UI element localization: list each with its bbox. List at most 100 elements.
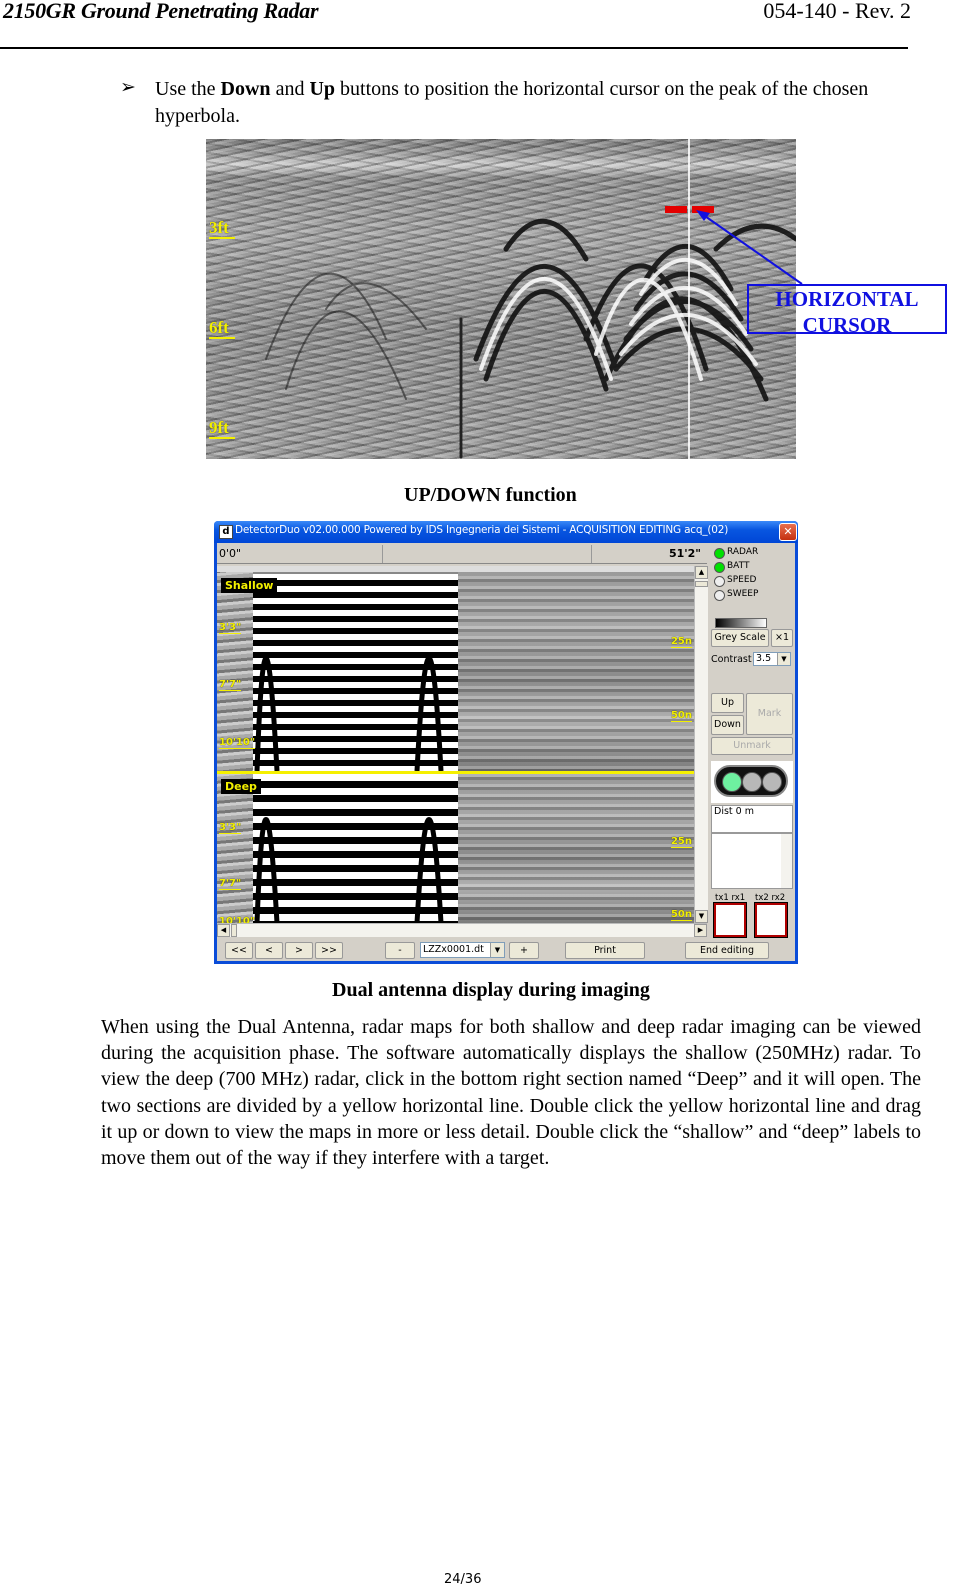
status-label: RADAR xyxy=(727,547,759,557)
close-button[interactable]: ✕ xyxy=(779,523,797,541)
page-number: 24/36 xyxy=(444,1572,482,1587)
distance-readout: Dist 0 m xyxy=(711,805,793,833)
chevron-down-icon[interactable]: ▼ xyxy=(490,943,504,957)
scroll-left-icon[interactable]: ◀ xyxy=(217,924,230,937)
list-scrollbar[interactable] xyxy=(781,834,792,888)
print-button[interactable]: Print xyxy=(565,942,645,959)
unmark-button[interactable]: Unmark xyxy=(711,737,793,755)
hyperbola xyxy=(503,219,589,262)
ruler-end: 51'2" xyxy=(668,547,701,560)
horizontal-cursor-callout: HORIZONTAL CURSOR xyxy=(747,284,947,337)
grey-scale-gradient xyxy=(715,618,767,628)
instruction-part: Use the xyxy=(155,78,221,100)
mark-button[interactable]: Mark xyxy=(746,693,793,735)
sweep-led-icon xyxy=(714,590,725,601)
bottom-toolbar: << < > >> - LZZx0001.dt ▼ + Print End edi… xyxy=(217,939,795,961)
grey-scale-button[interactable]: Grey Scale xyxy=(711,629,769,647)
header-divider xyxy=(0,47,908,49)
hyperbola xyxy=(414,656,444,772)
zoom-factor-button[interactable]: ×1 xyxy=(771,629,793,647)
hyperbola xyxy=(254,656,280,772)
depth-label: 7'7" xyxy=(219,878,242,890)
next-button[interactable]: > xyxy=(285,942,313,959)
antenna-label: tx1 rx1 xyxy=(715,893,746,903)
antenna-label: tx2 rx2 xyxy=(755,893,786,903)
prev-button[interactable]: < xyxy=(255,942,283,959)
plus-button[interactable]: + xyxy=(509,942,539,959)
callout-arrow-icon xyxy=(696,210,803,285)
batt-led-icon xyxy=(714,562,725,573)
contrast-label: Contrast xyxy=(711,654,752,665)
instruction-up-keyword: Up xyxy=(309,78,336,100)
document-revision: 054-140 - Rev. 2 xyxy=(763,0,911,23)
instruction-text: Use the Down and Up buttons to position … xyxy=(155,76,935,130)
marks-list[interactable] xyxy=(711,833,793,889)
contrast-select[interactable]: 3.5 ▼ xyxy=(753,652,791,666)
instruction-part: and xyxy=(270,78,310,100)
figure2-caption: Dual antenna display during imaging xyxy=(332,979,650,1001)
ruler-separator xyxy=(591,545,592,563)
control-panel: RADAR BATT SPEED SWEEP Grey Scale ×1 Con… xyxy=(709,543,795,961)
deep-section-label[interactable]: Deep xyxy=(221,779,261,794)
vertical-scrollbar[interactable]: ▲ ▼ xyxy=(694,566,708,923)
distance-ruler: 0'0" 51'2" xyxy=(217,545,707,564)
radar-hyperbolas xyxy=(217,566,694,923)
time-label: 50n xyxy=(670,710,692,722)
top-reflection xyxy=(217,566,694,572)
grey-light-icon xyxy=(762,772,782,792)
window-title: DetectorDuo v02.00.000 Powered by IDS In… xyxy=(235,524,729,536)
time-label: 50n xyxy=(670,909,692,921)
body-paragraph: When using the Dual Antenna, radar maps … xyxy=(101,1016,921,1170)
up-button[interactable]: Up xyxy=(711,693,744,713)
instruction-down-keyword: Down xyxy=(220,78,271,100)
down-button[interactable]: Down xyxy=(711,715,744,735)
gpr-scan-image: 3ft 6ft 9ft xyxy=(206,139,796,459)
hyperbola xyxy=(325,282,427,330)
scroll-right-icon[interactable]: ▶ xyxy=(694,924,707,937)
hyperbola xyxy=(414,817,444,923)
radar-map-pane[interactable]: Shallow 3'3" 7'7" 10'10" 25n 50n Deep 3'… xyxy=(217,566,694,923)
time-label: 25n xyxy=(670,836,692,848)
hyperbola-reflections xyxy=(265,219,796,459)
depth-label: 9ft xyxy=(209,419,235,439)
scroll-thumb[interactable] xyxy=(695,581,708,587)
window-titlebar[interactable]: d DetectorDuo v02.00.000 Powered by IDS … xyxy=(214,521,798,543)
document-title: 2150GR Ground Penetrating Radar xyxy=(3,0,319,23)
traffic-light-body xyxy=(714,765,788,797)
ruler-separator xyxy=(382,545,383,563)
detectorduo-window: d DetectorDuo v02.00.000 Powered by IDS … xyxy=(214,521,798,964)
minus-button[interactable]: - xyxy=(385,942,415,959)
bullet-arrow-icon: ➢ xyxy=(120,77,136,98)
status-label: SWEEP xyxy=(727,589,759,599)
first-button[interactable]: << xyxy=(225,942,253,959)
scroll-up-icon[interactable]: ▲ xyxy=(695,566,708,579)
file-value: LZZx0001.dt xyxy=(423,944,484,955)
time-label: 25n xyxy=(670,636,692,648)
green-light-icon xyxy=(722,772,742,792)
antenna2-view[interactable] xyxy=(755,903,787,937)
last-button[interactable]: >> xyxy=(315,942,343,959)
end-editing-button[interactable]: End editing xyxy=(685,942,769,959)
antenna1-view[interactable] xyxy=(714,903,746,937)
app-icon: d xyxy=(219,525,233,539)
file-select[interactable]: LZZx0001.dt ▼ xyxy=(420,942,505,958)
vertical-cursor xyxy=(688,139,690,459)
shallow-section-label[interactable]: Shallow xyxy=(221,578,278,593)
chevron-down-icon[interactable]: ▼ xyxy=(777,653,790,665)
depth-label: 3'3" xyxy=(219,622,242,634)
scroll-down-icon[interactable]: ▼ xyxy=(695,910,708,923)
horizontal-scrollbar[interactable]: ◀ ▶ xyxy=(217,923,707,937)
window-body: 0'0" 51'2" Shallow 3'3" 7'7" 10'10" 25n … xyxy=(217,543,795,961)
traffic-light-indicator xyxy=(711,761,793,803)
depth-label: 6ft xyxy=(209,319,235,339)
depth-label: 3ft xyxy=(209,219,235,239)
hyperbola xyxy=(254,817,280,923)
figure1-caption: UP/DOWN function xyxy=(404,484,577,506)
section-divider-line[interactable] xyxy=(217,771,694,774)
ruler-start: 0'0" xyxy=(219,547,242,560)
scroll-thumb[interactable] xyxy=(231,924,237,937)
depth-label: 10'10" xyxy=(219,916,255,923)
status-label: BATT xyxy=(727,561,750,571)
callout-line: CURSOR xyxy=(802,313,892,337)
radar-led-icon xyxy=(714,548,725,559)
